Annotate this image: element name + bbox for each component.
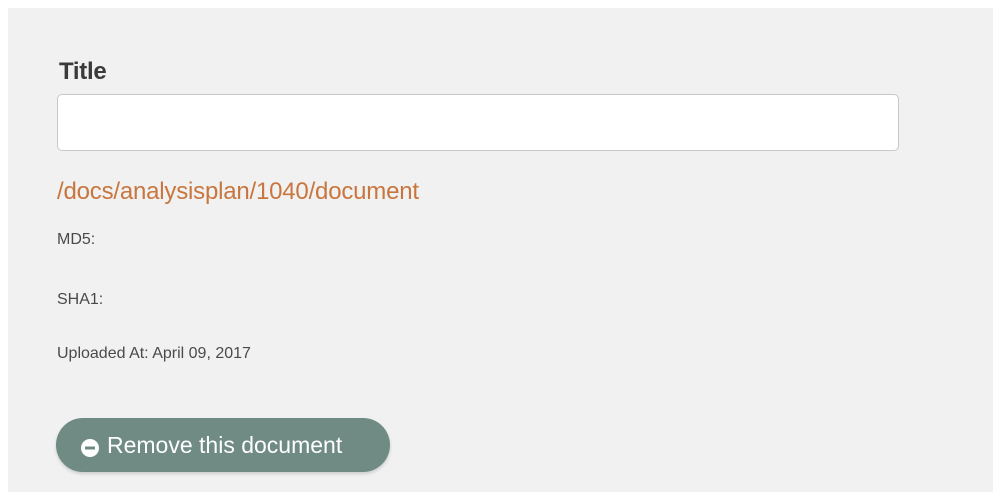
remove-document-label: Remove this document — [107, 431, 343, 458]
document-panel: Title /docs/analysisplan/1040/document M… — [8, 8, 993, 492]
minus-circle-icon — [81, 436, 99, 457]
uploaded-at-label: Uploaded At: April 09, 2017 — [57, 345, 251, 362]
md5-label: MD5: — [57, 231, 96, 248]
document-link[interactable]: /docs/analysisplan/1040/document — [57, 178, 419, 206]
sha1-label: SHA1: — [57, 291, 104, 308]
title-input[interactable] — [57, 94, 899, 151]
title-label: Title — [59, 58, 107, 85]
remove-document-button[interactable]: Remove this document — [56, 418, 390, 472]
